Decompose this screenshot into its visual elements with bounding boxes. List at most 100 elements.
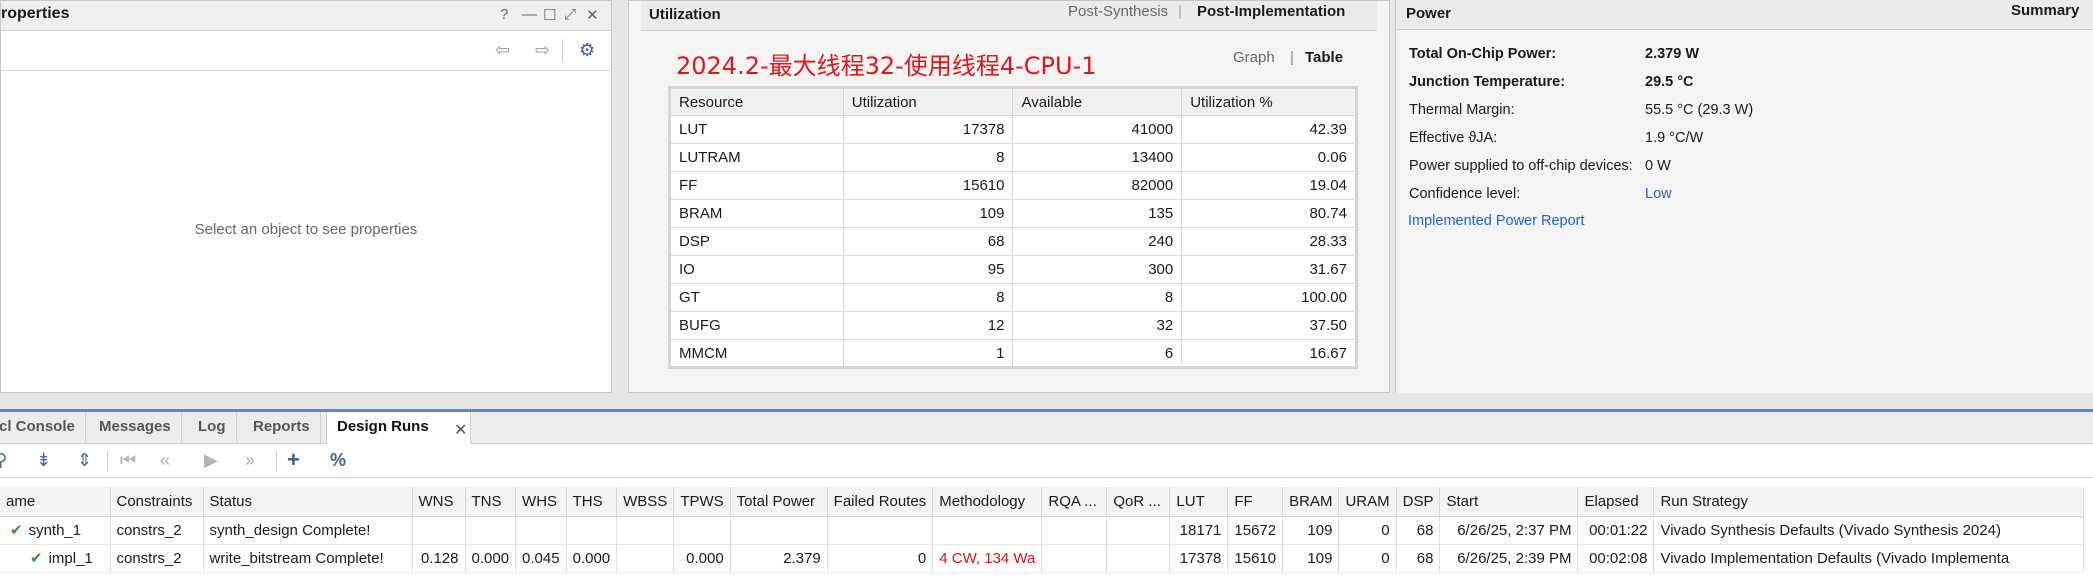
run-name-cell: ✔ impl_1	[0, 544, 111, 573]
first-icon[interactable]: ⏮	[120, 450, 136, 471]
table-row[interactable]: LUTRAM 8 13400 0.06	[669, 143, 1357, 172]
column-header[interactable]: BRAM	[1282, 487, 1340, 517]
close-tab-icon[interactable]: ✕	[454, 420, 467, 440]
tab-tcl-console[interactable]: cl Console	[0, 412, 86, 444]
tab-reports[interactable]: Reports	[243, 412, 321, 444]
column-header[interactable]: Utilization	[842, 87, 1014, 116]
table-row[interactable]: FF 15610 82000 19.04	[669, 171, 1357, 200]
power-value: 29.5 °C	[1645, 74, 1694, 90]
percent-icon[interactable]: %	[330, 450, 346, 471]
add-icon[interactable]: +	[287, 447, 300, 473]
next-icon[interactable]: »	[245, 450, 255, 471]
column-header[interactable]: URAM	[1338, 487, 1397, 517]
column-header[interactable]: Available	[1012, 87, 1183, 116]
dsp-cell: 68	[1396, 516, 1441, 545]
column-header[interactable]: ame	[0, 487, 111, 517]
gear-icon[interactable]: ⚙	[579, 40, 595, 61]
run-name[interactable]: synth_1	[29, 522, 82, 539]
table-row[interactable]: BUFG 12 32 37.50	[669, 311, 1357, 340]
column-header[interactable]: Elapsed	[1577, 487, 1655, 517]
column-header[interactable]: Resource	[669, 87, 844, 116]
table-row[interactable]: MMCM 1 6 16.67	[669, 339, 1357, 368]
value-cell: 42.39	[1181, 115, 1357, 144]
column-header[interactable]: Constraints	[110, 487, 204, 517]
value-cell: 28.33	[1181, 227, 1357, 256]
help-icon[interactable]: ?	[500, 6, 508, 23]
table-row[interactable]: BRAM 109 135 80.74	[669, 199, 1357, 228]
back-arrow-icon[interactable]: ⇦	[495, 40, 510, 61]
column-header[interactable]: Status	[203, 487, 413, 517]
column-header[interactable]: THS	[566, 487, 618, 517]
view-graph[interactable]: Graph	[1233, 49, 1275, 66]
value-cell: 1	[842, 339, 1014, 368]
column-header[interactable]: Utilization %	[1181, 87, 1357, 116]
power-report-link[interactable]: Implemented Power Report	[1408, 213, 1585, 229]
column-header[interactable]: WHS	[515, 487, 567, 517]
close-icon[interactable]: ✕	[586, 6, 599, 24]
ths-cell: 0.000	[566, 544, 618, 573]
watermark-label: 2024.2-最大线程32-使用线程4-CPU-1	[676, 52, 1097, 80]
tab-post-implementation[interactable]: Post-Implementation	[1197, 3, 1345, 20]
table-row[interactable]: LUT 17378 41000 42.39	[669, 115, 1357, 144]
float-icon[interactable]: ⤢	[564, 6, 576, 23]
column-header[interactable]: FF	[1227, 487, 1284, 517]
elapsed-cell: 00:02:08	[1577, 544, 1655, 573]
value-cell: 16.67	[1181, 339, 1357, 368]
value-cell: 31.67	[1181, 255, 1357, 284]
resource-cell: BUFG	[669, 311, 844, 340]
column-header[interactable]: QoR ...	[1106, 487, 1171, 517]
run-icon[interactable]: ▶	[204, 450, 218, 471]
table-row[interactable]: DSP 68 240 28.33	[669, 227, 1357, 256]
column-header[interactable]: DSP	[1396, 487, 1441, 517]
utilization-title: Utilization	[649, 6, 721, 23]
constraints-cell: constrs_2	[110, 516, 204, 545]
previous-icon[interactable]: «	[160, 450, 170, 471]
failed-routes-cell	[827, 516, 934, 545]
power-label: Total On-Chip Power:	[1409, 46, 1557, 62]
wns-cell	[412, 516, 466, 545]
column-header[interactable]: TNS	[465, 487, 517, 517]
restore-icon[interactable]: ☐	[543, 6, 556, 24]
tab-post-synthesis[interactable]: Post-Synthesis	[1068, 3, 1168, 20]
table-row[interactable]: ✔ synth_1 constrs_2 synth_design Complete! 1…	[0, 516, 2085, 545]
value-cell: 100.00	[1181, 283, 1357, 312]
column-header[interactable]: Failed Routes	[827, 487, 934, 517]
value-cell: 15610	[842, 171, 1014, 200]
tab-log[interactable]: Log	[188, 412, 237, 444]
toolbar-divider	[107, 452, 108, 472]
column-header[interactable]: Total Power	[730, 487, 828, 517]
column-header[interactable]: Methodology	[932, 487, 1043, 517]
failed-routes-cell: 0	[827, 544, 934, 573]
column-header[interactable]: LUT	[1169, 487, 1229, 517]
tab-design-runs[interactable]: Design Runs	[326, 412, 471, 444]
ff-cell: 15610	[1227, 544, 1284, 573]
view-table[interactable]: Table	[1305, 49, 1343, 66]
column-header[interactable]: Run Strategy	[1653, 487, 2085, 517]
column-header[interactable]: RQA ...	[1041, 487, 1108, 517]
value-cell: 80.74	[1181, 199, 1357, 228]
table-row[interactable]: IO 95 300 31.67	[669, 255, 1357, 284]
tpws-cell: 0.000	[673, 544, 731, 573]
value-cell: 68	[842, 227, 1014, 256]
tab-messages[interactable]: Messages	[89, 412, 182, 444]
value-cell: 8	[842, 283, 1014, 312]
minimize-icon[interactable]: —	[522, 6, 537, 23]
value-cell: 6	[1012, 339, 1183, 368]
value-cell: 240	[1012, 227, 1183, 256]
value-cell: 8	[1012, 283, 1183, 312]
column-header[interactable]: WNS	[412, 487, 466, 517]
column-header[interactable]: TPWS	[673, 487, 731, 517]
table-row[interactable]: ✔ impl_1 constrs_2 write_bitstream Complete…	[0, 544, 2085, 573]
confidence-level-link[interactable]: Low	[1645, 186, 1672, 202]
column-header[interactable]: Start	[1439, 487, 1579, 517]
column-header[interactable]: WBSS	[616, 487, 675, 517]
expand-all-icon[interactable]: ⇕	[77, 450, 92, 471]
table-row[interactable]: GT 8 8 100.00	[669, 283, 1357, 312]
value-cell: 19.04	[1181, 171, 1357, 200]
resource-cell: BRAM	[669, 199, 844, 228]
collapse-all-icon[interactable]: ⇟	[36, 450, 51, 471]
run-name[interactable]: impl_1	[49, 550, 93, 567]
design-runs-table: ame Constraints Status WNS TNS WHS THS WBSS TPWS…	[0, 487, 2085, 573]
search-icon[interactable]: ⚲	[0, 450, 7, 471]
forward-arrow-icon[interactable]: ⇨	[535, 40, 550, 61]
